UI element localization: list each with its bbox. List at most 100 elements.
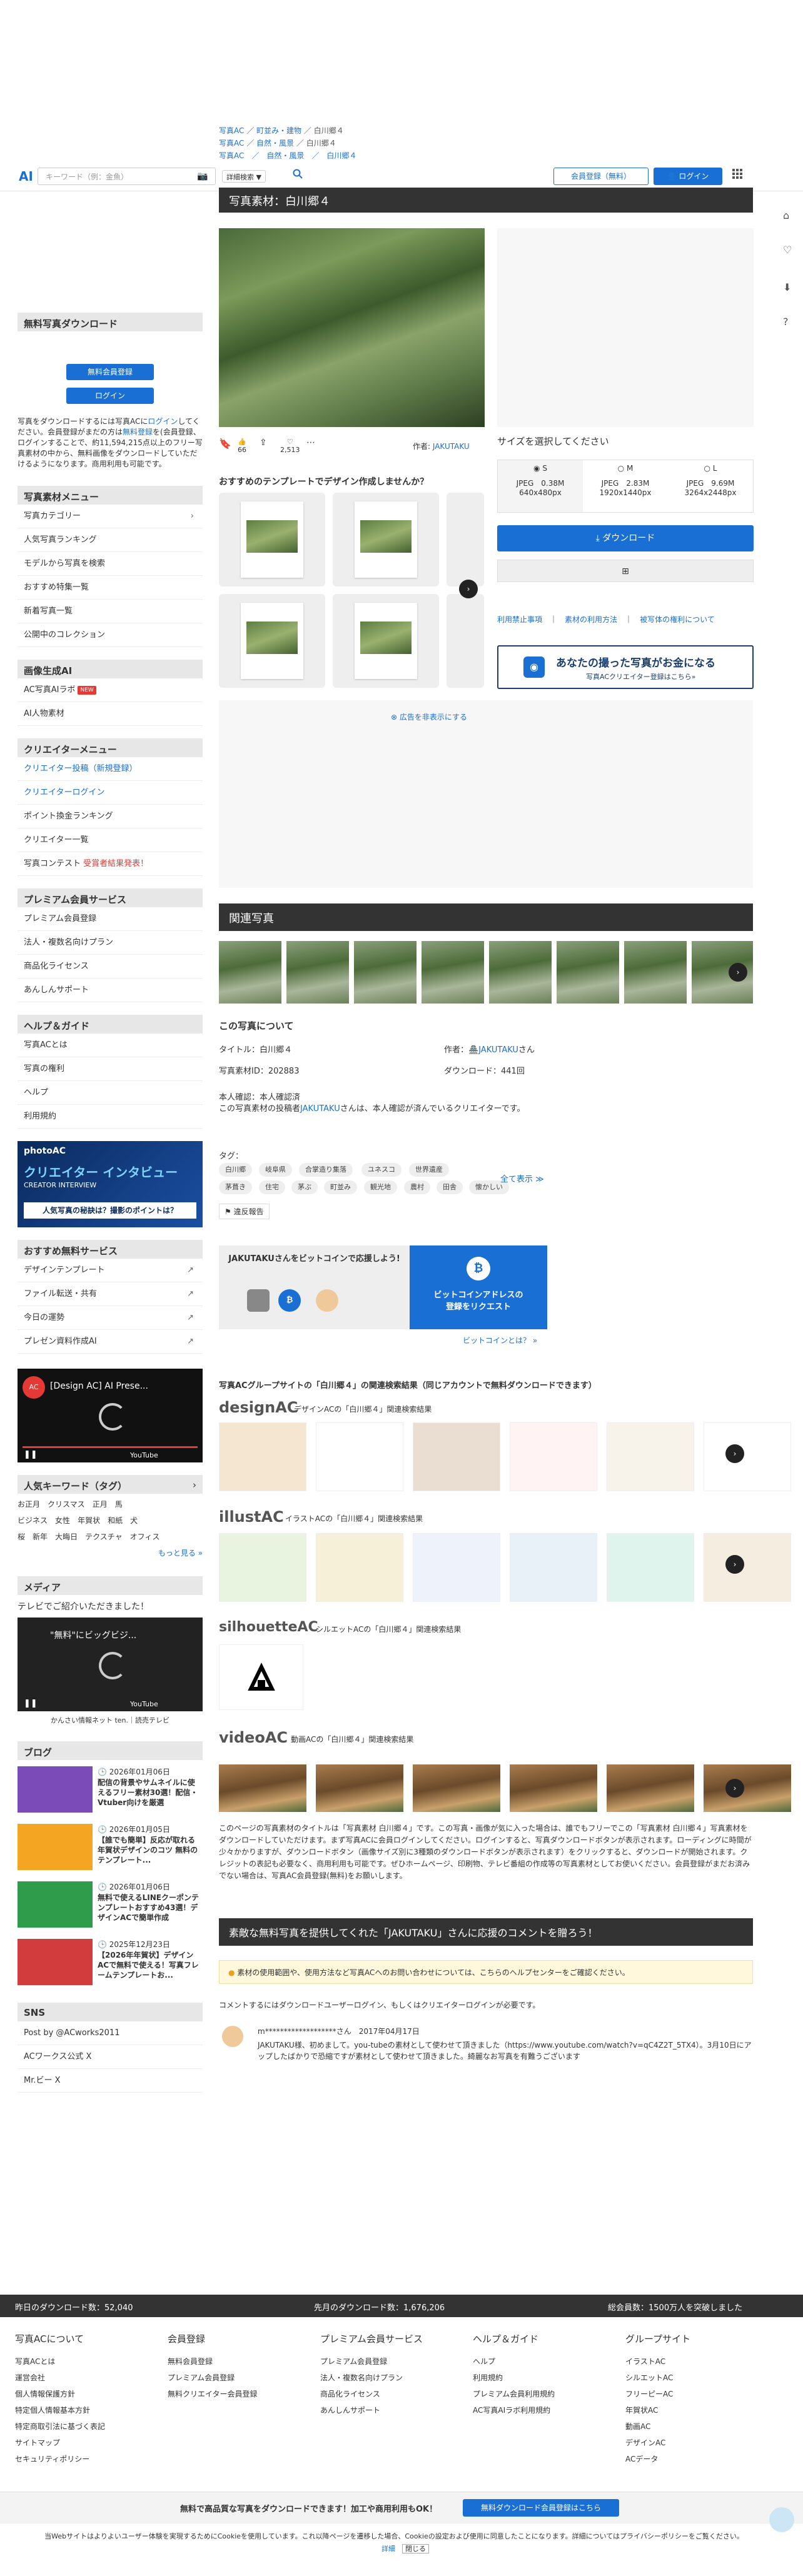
sidebar-item[interactable]: 公開中のコレクション: [18, 623, 203, 647]
related-thumb[interactable]: [354, 941, 417, 1004]
footer-link[interactable]: プレミアム会員登録: [168, 2372, 235, 2383]
radio-selected[interactable]: ◉ S: [498, 464, 583, 473]
related-thumb[interactable]: [557, 941, 619, 1004]
tag-chip[interactable]: 岐阜県: [259, 1163, 292, 1177]
footer-link[interactable]: 商品化ライセンス: [320, 2388, 380, 2399]
register-button[interactable]: 会員登録（無料）: [553, 168, 649, 185]
sidebar-item[interactable]: 利用規約: [18, 1105, 203, 1129]
sidebar-item[interactable]: モデルから写真を検索: [18, 552, 203, 576]
next-arrow-icon[interactable]: ›: [725, 1779, 744, 1798]
tag-chip[interactable]: 合掌造り集落: [299, 1163, 353, 1177]
next-arrow-icon[interactable]: ›: [725, 1555, 744, 1574]
silhouette-result[interactable]: [219, 1644, 303, 1710]
footer-link[interactable]: AC写真AIラボ利用規約: [473, 2405, 550, 2415]
keyword[interactable]: 犬: [130, 1516, 138, 1525]
keyword[interactable]: 和紙: [108, 1516, 123, 1525]
footer-link[interactable]: 写真ACとは: [15, 2356, 55, 2367]
main-photo[interactable]: [219, 228, 485, 427]
help-icon[interactable]: ?: [783, 316, 789, 328]
cookie-detail-link[interactable]: 詳細: [381, 2545, 395, 2553]
breadcrumb-link[interactable]: 写真AC: [219, 126, 244, 135]
video-result[interactable]: [704, 1764, 791, 1812]
design-result[interactable]: [704, 1422, 791, 1491]
hide-ad-link[interactable]: ⊗ 広告を非表示にする: [391, 712, 467, 722]
footer-link[interactable]: 運営会社: [15, 2372, 45, 2383]
illust-result[interactable]: [413, 1533, 500, 1602]
footer-link[interactable]: 利用規約: [473, 2372, 503, 2383]
footer-link[interactable]: プレミアム会員利用規約: [473, 2388, 555, 2399]
video-result[interactable]: [607, 1764, 694, 1812]
tag-chip[interactable]: 茅ぶ: [291, 1180, 318, 1194]
sidebar-item[interactable]: クリエイター投稿（新規登録）: [18, 757, 203, 781]
breadcrumb-link[interactable]: 写真AC: [219, 139, 244, 148]
footer-link[interactable]: サイトマップ: [15, 2437, 60, 2448]
related-thumb[interactable]: [489, 941, 552, 1004]
footer-link[interactable]: プレミアム会員登録: [320, 2356, 387, 2367]
desc-login-link[interactable]: ログイン: [148, 417, 178, 426]
template-card[interactable]: [447, 493, 484, 586]
search-input[interactable]: キーワード（例：金魚）: [38, 168, 216, 185]
keyword[interactable]: クリスマス: [48, 1500, 85, 1509]
sidebar-item[interactable]: AC写真AIラボ NEW: [18, 678, 203, 702]
blog-item[interactable]: 🕒 2026年01月05日 【誰でも簡単】反応が取れる年賀状デザインのコツ 無料の…: [18, 1824, 203, 1875]
sns-link[interactable]: Post by @ACworks2011: [18, 2021, 203, 2045]
next-arrow-icon[interactable]: ›: [729, 963, 747, 982]
license-link[interactable]: 素材の利用方法: [565, 615, 617, 624]
home-icon[interactable]: ⌂: [783, 209, 789, 221]
sidebar-login-button[interactable]: ログイン: [66, 388, 154, 404]
template-card[interactable]: [219, 493, 325, 586]
sidebar-item[interactable]: ヘルプ: [18, 1081, 203, 1105]
radio[interactable]: ○ M: [583, 464, 668, 473]
tag-chip[interactable]: 白川郷: [219, 1163, 252, 1177]
add-folder-button[interactable]: ⊞: [497, 560, 754, 582]
sidebar-item[interactable]: おすすめ特集一覧: [18, 576, 203, 600]
footer-link[interactable]: 無料クリエイター会員登録: [168, 2388, 258, 2399]
size-option-m[interactable]: ○ M JPEG 2.83M 1920x1440px: [583, 460, 668, 512]
design-ac-logo[interactable]: designAC: [219, 1399, 298, 1416]
video-result[interactable]: [510, 1764, 597, 1812]
illust-result[interactable]: [510, 1533, 597, 1602]
footer-link[interactable]: セキュリティポリシー: [15, 2453, 89, 2464]
sidebar-heading[interactable]: 人気キーワード（タグ） ›: [18, 1475, 203, 1494]
sidebar-item[interactable]: あんしんサポート: [18, 979, 203, 1002]
sidebar-item[interactable]: 人気写真ランキング: [18, 528, 203, 552]
blog-item[interactable]: 🕒 2025年12月23日 【2026年年賀状】デザインACで無料で使える！写真フ…: [18, 1939, 203, 1990]
design-result[interactable]: [316, 1422, 403, 1491]
free-register-button[interactable]: 無料会員登録: [66, 364, 154, 380]
keyword[interactable]: 大晦日: [55, 1532, 78, 1541]
sidebar-item[interactable]: 写真の権利: [18, 1057, 203, 1081]
related-thumb[interactable]: [624, 941, 687, 1004]
video-player[interactable]: "無料"にビッグビジ... ❚❚ YouTube: [18, 1618, 203, 1711]
about-author-link[interactable]: JAKUTAKU: [478, 1045, 518, 1055]
keyword[interactable]: 新年: [33, 1532, 48, 1541]
report-button[interactable]: ⚑ 違反報告: [219, 1204, 270, 1219]
video-player[interactable]: AC [Design AC] AI Prese... ❚❚ YouTube: [18, 1369, 203, 1462]
footer-link[interactable]: シルエットAC: [625, 2372, 673, 2383]
sidebar-item[interactable]: クリエイター一覧: [18, 828, 203, 852]
keyword[interactable]: テクスチャ: [85, 1532, 123, 1541]
license-link[interactable]: 利用禁止事項: [497, 615, 542, 624]
design-result[interactable]: [413, 1422, 500, 1491]
blog-item[interactable]: 🕒 2026年01月06日 配信の背景やサムネイルに使えるフリー素材30選！配信・…: [18, 1766, 203, 1818]
search-icon[interactable]: [289, 168, 306, 185]
download-icon[interactable]: ⬇: [783, 281, 791, 293]
keyword[interactable]: お正月: [18, 1500, 40, 1509]
tag-chip[interactable]: 田舎: [437, 1180, 463, 1194]
creator-promo[interactable]: ◉ あなたの撮った写真がお金になる 写真ACクリエイター登録はこちら»: [497, 645, 754, 689]
template-card[interactable]: [333, 493, 439, 586]
design-result[interactable]: [607, 1422, 694, 1491]
template-card[interactable]: [219, 594, 325, 688]
grid-menu-icon[interactable]: [729, 168, 746, 185]
sidebar-item[interactable]: AI人物素材: [18, 702, 203, 726]
chat-icon[interactable]: [769, 2507, 794, 2532]
keyword[interactable]: 年賀状: [78, 1516, 100, 1525]
footer-link[interactable]: フリーピーAC: [625, 2388, 673, 2399]
sidebar-item[interactable]: 写真カテゴリー ›: [18, 505, 203, 528]
footer-link[interactable]: ヘルプ: [473, 2356, 495, 2367]
footer-link[interactable]: 動画AC: [625, 2421, 650, 2432]
sidebar-item[interactable]: クリエイターログイン: [18, 781, 203, 805]
share-icon[interactable]: ⇪: [260, 438, 267, 448]
footer-link[interactable]: 年賀状AC: [625, 2405, 658, 2415]
size-option-l[interactable]: ○ L JPEG 9.69M 3264x2448px: [668, 460, 753, 512]
tag-chip[interactable]: 農村: [404, 1180, 430, 1194]
